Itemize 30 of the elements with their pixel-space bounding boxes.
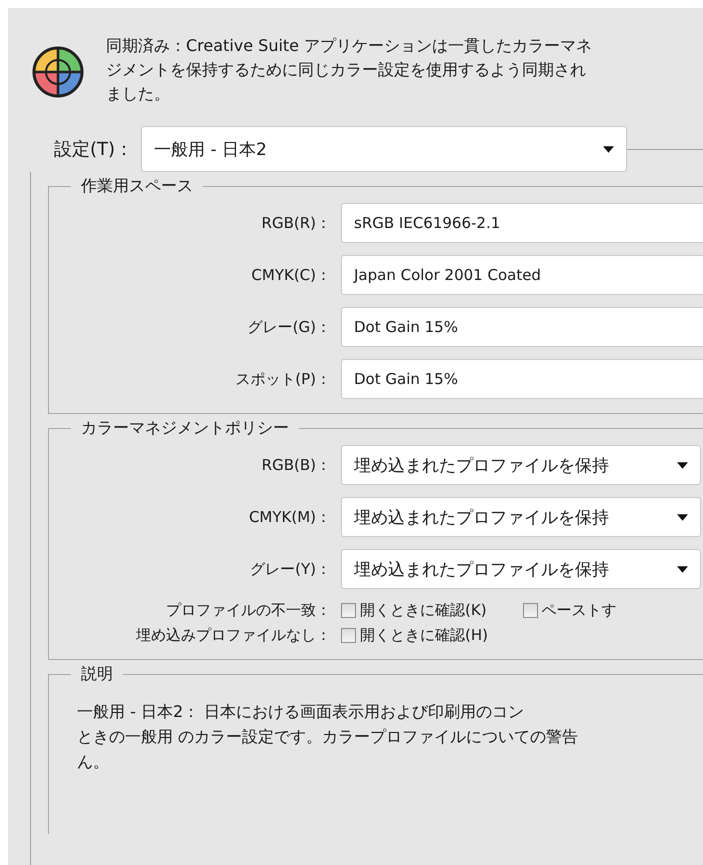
group-title: 作業用スペース bbox=[80, 176, 194, 197]
notice-text: 同期済み：Creative Suite アプリケーションは一貫したカラーマネ bbox=[106, 35, 592, 57]
policy-dropdown[interactable]: 埋め込まれたプロファイルを保持 bbox=[341, 497, 701, 537]
settings-dropdown[interactable]: 一般用 - 日本2 bbox=[141, 126, 628, 172]
field-label: スポット(P)： bbox=[234, 370, 331, 388]
policy-dropdown[interactable]: 埋め込まれたプロファイルを保持 bbox=[341, 549, 701, 589]
checkbox-label[interactable]: 開くときに確認(K) bbox=[360, 601, 487, 620]
option-label: プロファイルの不一致： bbox=[165, 601, 331, 620]
group-title: 説明 bbox=[80, 664, 114, 685]
field-label: RGB(B)： bbox=[260, 456, 331, 474]
notice-text: ました。 bbox=[106, 83, 171, 105]
field-label: グレー(G)： bbox=[246, 318, 331, 336]
policy-dropdown[interactable]: 埋め込まれたプロファイルを保持 bbox=[341, 445, 701, 485]
checkbox-label[interactable]: 開くときに確認(H) bbox=[360, 626, 488, 645]
field-label: CMYK(C)： bbox=[250, 266, 331, 284]
description-text: 一般用 - 日本2： 日本における画面表示用および印刷用のコン bbox=[77, 701, 526, 723]
option-label: 埋め込みプロファイルなし： bbox=[135, 626, 331, 645]
settings-label: 設定(T)： bbox=[54, 138, 134, 161]
field-label: グレー(Y)： bbox=[249, 560, 331, 578]
input-field[interactable]: Dot Gain 15% bbox=[341, 359, 703, 399]
field-label: RGB(R)： bbox=[260, 214, 331, 232]
input-field[interactable]: Japan Color 2001 Coated bbox=[341, 255, 703, 295]
field-label: CMYK(M)： bbox=[248, 508, 331, 526]
notice-text: ジメントを保持するために同じカラー設定を使用するよう同期され bbox=[106, 59, 587, 81]
description-text: ん。 bbox=[77, 751, 110, 773]
description-text: ときの一般用 のカラー設定です。カラープロファイルについての警告 bbox=[77, 726, 580, 748]
checkbox-label[interactable]: ペーストす bbox=[542, 601, 617, 620]
input-field[interactable]: sRGB IEC61966-2.1 bbox=[341, 203, 703, 243]
group-title: カラーマネジメントポリシー bbox=[80, 418, 290, 439]
input-field[interactable]: Dot Gain 15% bbox=[341, 307, 703, 347]
